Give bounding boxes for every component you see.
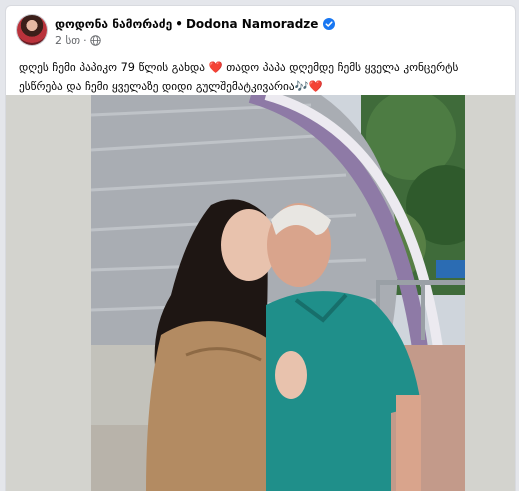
verified-badge-icon xyxy=(323,18,336,30)
post-header: დოდონა ნამორაძე • Dodona Namoradze xyxy=(55,17,336,31)
author-name-latin[interactable]: Dodona Namoradze xyxy=(186,17,318,31)
feed-post: დოდონა ნამორაძე • Dodona Namoradze 2 სთ … xyxy=(5,5,516,491)
post-timestamp[interactable]: 2 სთ xyxy=(55,34,80,47)
photo-illustration xyxy=(91,95,465,491)
post-photo[interactable] xyxy=(91,95,465,491)
post-text: დღეს ჩემი პაპიკო 79 წლის გახდა ❤️ თადო პ… xyxy=(19,61,459,93)
meta-separator: · xyxy=(83,34,87,47)
post-meta: 2 სთ · xyxy=(55,34,101,47)
name-separator: • xyxy=(175,17,183,31)
globe-icon[interactable] xyxy=(89,35,101,46)
author-name[interactable]: დოდონა ნამორაძე xyxy=(55,17,172,31)
author-avatar[interactable] xyxy=(17,15,47,45)
post-media xyxy=(6,95,515,491)
